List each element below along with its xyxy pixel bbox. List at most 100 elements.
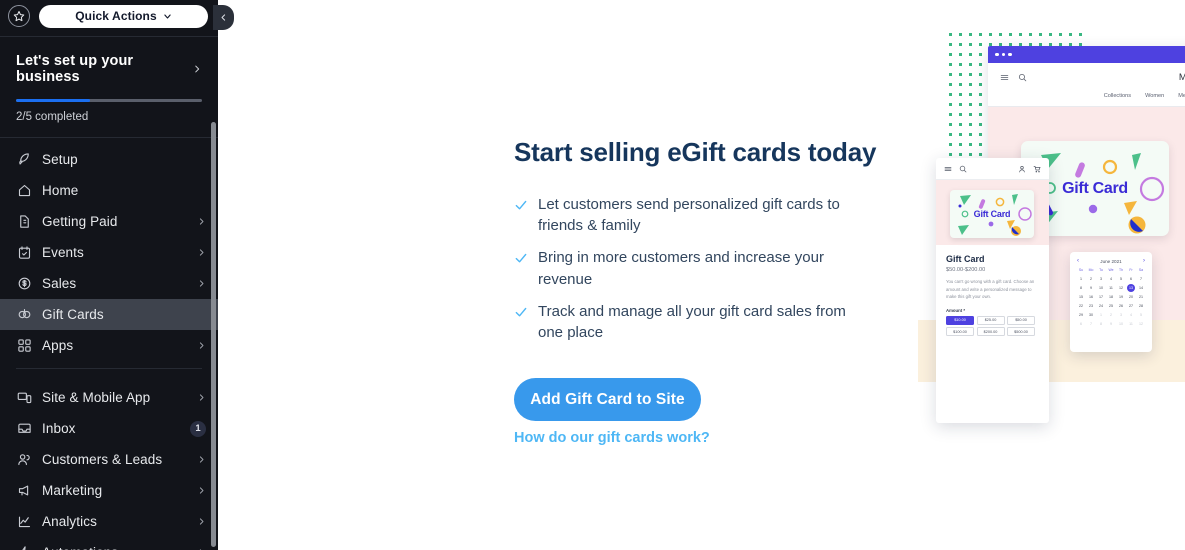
devices-icon <box>16 390 32 406</box>
calendar-day-outside[interactable]: 10 <box>1116 320 1126 328</box>
calendar-day[interactable]: 7 <box>1136 275 1146 283</box>
calendar-day-outside[interactable]: 5 <box>1136 311 1146 319</box>
calendar-day-outside[interactable]: 6 <box>1076 320 1086 328</box>
feature-text: Bring in more customers and increase you… <box>538 249 824 288</box>
dot <box>959 43 962 46</box>
dollar-icon <box>16 276 32 292</box>
calendar-day[interactable]: 13 <box>1126 284 1136 292</box>
calendar-day[interactable]: 8 <box>1076 284 1086 292</box>
sidebar-item-customers-leads[interactable]: Customers & Leads <box>0 444 218 475</box>
calendar-day-outside[interactable]: 8 <box>1096 320 1106 328</box>
setup-progress-card[interactable]: Let's set up your business 2/5 completed <box>0 37 218 137</box>
store-header: METEORA <box>988 63 1185 93</box>
mobile-amount-option[interactable]: $50.00 <box>1007 315 1035 325</box>
calendar-day[interactable]: 20 <box>1126 293 1136 301</box>
calendar-day[interactable]: 18 <box>1106 293 1116 301</box>
quick-actions-button[interactable]: Quick Actions <box>39 4 208 28</box>
calendar-day[interactable]: 6 <box>1126 275 1136 283</box>
calendar-day[interactable]: 29 <box>1076 311 1086 319</box>
dot <box>949 93 952 96</box>
chevron-right-icon <box>199 517 204 525</box>
calendar-header: ‹ June 2021 › <box>1076 258 1146 268</box>
calendar-day-outside[interactable]: 7 <box>1086 320 1096 328</box>
calendar-day-outside[interactable]: 11 <box>1126 320 1136 328</box>
feature-text: Let customers send personalized gift car… <box>538 195 840 235</box>
chevron-right-icon <box>197 544 206 550</box>
calendar-day[interactable]: 27 <box>1126 302 1136 310</box>
calendar-day[interactable]: 1 <box>1076 275 1086 283</box>
how-gift-cards-work-link[interactable]: How do our gift cards work? <box>514 430 710 446</box>
sidebar-item-sales[interactable]: Sales <box>0 268 218 299</box>
calendar-day[interactable]: 5 <box>1116 275 1126 283</box>
calendar-day-outside[interactable]: 3 <box>1116 311 1126 319</box>
calendar-day[interactable]: 30 <box>1086 311 1096 319</box>
calendar-weekday: Su <box>1078 268 1084 272</box>
sidebar-collapse-button[interactable] <box>213 5 234 30</box>
sidebar-item-automations[interactable]: Automations <box>0 537 218 550</box>
chevron-right-icon[interactable]: › <box>1143 258 1145 264</box>
calendar-day-outside[interactable]: 12 <box>1136 320 1146 328</box>
calendar-day[interactable]: 22 <box>1076 302 1086 310</box>
calendar-day[interactable]: 17 <box>1096 293 1106 301</box>
calendar-day[interactable]: 12 <box>1116 284 1126 292</box>
mobile-amount-option[interactable]: $25.00 <box>976 315 1005 325</box>
mobile-amount-option[interactable]: $100.00 <box>946 327 974 337</box>
sidebar-item-getting-paid[interactable]: Getting Paid <box>0 206 218 237</box>
calendar-day[interactable]: 2 <box>1086 275 1096 283</box>
dot <box>969 153 972 156</box>
user-icon[interactable] <box>1018 165 1026 173</box>
search-icon[interactable] <box>959 165 967 173</box>
calendar-day[interactable]: 3 <box>1096 275 1106 283</box>
dot <box>979 63 982 66</box>
dot <box>949 113 952 116</box>
store-nav-item[interactable]: Men <box>1178 93 1185 99</box>
chevron-right-icon <box>197 513 206 531</box>
chevron-right-icon <box>197 213 206 231</box>
calendar-day[interactable]: 11 <box>1106 284 1116 292</box>
store-nav-item[interactable]: Collections <box>1104 93 1131 99</box>
calendar-day[interactable]: 15 <box>1076 293 1086 301</box>
sidebar-scrollbar[interactable] <box>211 122 216 547</box>
store-nav-item[interactable]: Women <box>1145 93 1164 99</box>
calendar-day-outside[interactable]: 2 <box>1106 311 1116 319</box>
sidebar-item-events[interactable]: Events <box>0 237 218 268</box>
calendar-day[interactable]: 23 <box>1086 302 1096 310</box>
add-gift-card-to-site-button[interactable]: Add Gift Card to Site <box>514 378 701 421</box>
sidebar-item-site-mobile-app[interactable]: Site & Mobile App <box>0 382 218 413</box>
calendar-day[interactable]: 28 <box>1136 302 1146 310</box>
dot <box>979 123 982 126</box>
rocket-icon <box>16 152 32 168</box>
sidebar-item-home[interactable]: Home <box>0 175 218 206</box>
calendar-day-outside[interactable]: 1 <box>1096 311 1106 319</box>
sidebar-item-marketing[interactable]: Marketing <box>0 475 218 506</box>
mobile-amount-option[interactable]: $10.00 <box>946 315 974 325</box>
sidebar-item-analytics[interactable]: Analytics <box>0 506 218 537</box>
calendar-day[interactable]: 4 <box>1106 275 1116 283</box>
calendar-day[interactable]: 21 <box>1136 293 1146 301</box>
calendar-day[interactable]: 19 <box>1116 293 1126 301</box>
gift-card-icon <box>16 307 32 323</box>
calendar-day[interactable]: 25 <box>1106 302 1116 310</box>
sidebar-item-setup[interactable]: Setup <box>0 144 218 175</box>
sidebar-item-gift-cards[interactable]: Gift Cards <box>0 299 218 330</box>
calendar-day[interactable]: 10 <box>1096 284 1106 292</box>
dot <box>1049 33 1052 36</box>
star-icon[interactable] <box>8 5 30 27</box>
sidebar-item-inbox[interactable]: Inbox 1 <box>0 413 218 444</box>
cart-icon[interactable] <box>1033 165 1041 173</box>
calendar-day-outside[interactable]: 9 <box>1106 320 1116 328</box>
calendar-day[interactable]: 26 <box>1116 302 1126 310</box>
calendar-day-outside[interactable]: 4 <box>1126 311 1136 319</box>
chevron-left-icon[interactable]: ‹ <box>1077 258 1079 264</box>
sidebar-item-apps[interactable]: Apps <box>0 330 218 361</box>
calendar-day[interactable]: 16 <box>1086 293 1096 301</box>
dot <box>959 33 962 36</box>
dot <box>959 73 962 76</box>
calendar-day[interactable]: 14 <box>1136 284 1146 292</box>
calendar-day[interactable]: 24 <box>1096 302 1106 310</box>
mobile-amount-option[interactable]: $500.00 <box>1007 327 1035 337</box>
gift-card-graphic-text: Gift Card <box>973 209 1011 219</box>
calendar-day[interactable]: 9 <box>1086 284 1096 292</box>
mobile-amount-option[interactable]: $200.00 <box>976 327 1005 337</box>
hamburger-icon[interactable] <box>944 165 952 173</box>
